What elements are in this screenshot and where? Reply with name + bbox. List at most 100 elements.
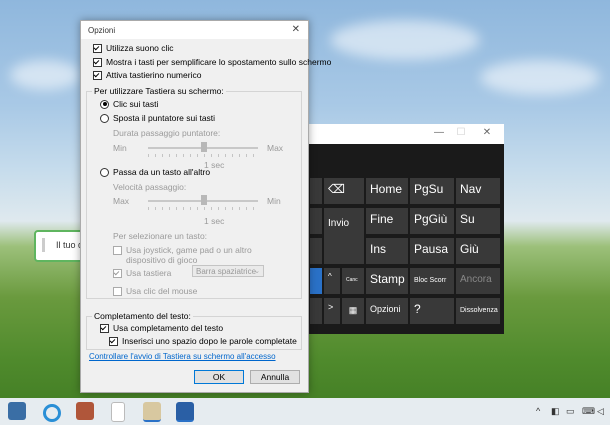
select-key-label: Per selezionare un tasto: (113, 231, 208, 241)
scan-value: 1 sec (204, 216, 225, 226)
file-icon[interactable] (111, 402, 125, 422)
hover-min-label: Min (113, 143, 127, 153)
checkbox-use-keyboard[interactable]: Usa tastiera (113, 268, 171, 278)
checkbox-numeric-keypad[interactable]: Attiva tastierino numerico (93, 70, 201, 80)
bloc-scorr-key[interactable]: Bloc Scorr (410, 268, 454, 294)
opzioni-key[interactable]: Opzioni (366, 298, 408, 324)
checkbox-space-after[interactable]: Inserisci uno spazio dopo le parole comp… (109, 336, 297, 346)
radio-hover-keys[interactable]: Sposta il puntatore sui tasti (100, 113, 215, 123)
volume-icon[interactable]: ◁ (597, 406, 604, 417)
stamp-key[interactable]: Stamp (366, 268, 408, 294)
box-icon[interactable] (76, 402, 94, 420)
cortana-icon[interactable] (43, 404, 61, 422)
checkbox-box[interactable] (113, 246, 122, 255)
checkbox-box[interactable] (100, 323, 109, 333)
close-icon[interactable]: ✕ (482, 128, 492, 138)
arrow-right-key[interactable]: > (324, 298, 340, 324)
completion-group-label: Completamento del testo: (92, 311, 193, 321)
checkbox-joystick[interactable]: Usa joystick, game pad o un altro dispos… (113, 245, 286, 265)
calculator-key-icon[interactable]: ▦ (342, 298, 364, 324)
slider-ticks (148, 154, 260, 157)
hover-max-label: Max (267, 143, 284, 153)
radio-button[interactable] (100, 167, 109, 177)
radio-label: Sposta il puntatore sui tasti (113, 113, 216, 123)
keyboard-icon[interactable]: ⌨ (582, 406, 595, 417)
checkbox-click-sound[interactable]: Utilizza suono clic (93, 43, 174, 53)
pgsu-key[interactable]: PgSu (410, 178, 454, 204)
close-icon[interactable]: ✕ (292, 24, 300, 35)
arrow-up-key[interactable]: ^ (324, 268, 340, 294)
nav-key[interactable]: Nav (456, 178, 500, 204)
tray-chevron-icon[interactable]: ^ (536, 406, 540, 416)
scan-max-label: Max (113, 196, 130, 206)
checkbox-label: Usa completamento del testo (113, 323, 224, 333)
toast-text: Il tuo d (56, 240, 84, 250)
checkbox-label: Mostra i tasti per semplificare lo spost… (106, 57, 332, 67)
battery-icon[interactable]: ▭ (566, 406, 575, 417)
key-partial[interactable] (310, 238, 322, 264)
radio-button[interactable] (100, 113, 109, 123)
hover-duration-label: Durata passaggio puntatore: (113, 128, 221, 138)
ancora-key[interactable]: Ancora (456, 268, 500, 294)
radio-label: Clic sui tasti (113, 99, 159, 109)
radio-label: Passa da un tasto all'altro (113, 167, 211, 177)
maximize-icon[interactable]: ☐ (456, 128, 466, 138)
checkbox-box[interactable] (109, 336, 118, 346)
wallpaper-cloud (480, 60, 600, 95)
help-key[interactable]: ? (410, 298, 454, 324)
calculator-icon[interactable] (8, 402, 26, 420)
fine-key[interactable]: Fine (366, 208, 408, 234)
on-screen-keyboard-window: — ☐ ✕ ⌫ Invio ^ Canc > ▦ Home PgSu Nav F… (306, 124, 504, 334)
minimize-icon[interactable]: — (434, 128, 444, 138)
network-icon[interactable]: ◧ (551, 406, 560, 417)
checkbox-box[interactable] (93, 70, 102, 80)
checkbox-label: Inserisci uno spazio dopo le parole comp… (122, 336, 297, 346)
pggiu-key[interactable]: PgGiù (410, 208, 454, 234)
su-key[interactable]: Su (456, 208, 500, 234)
checkbox-box[interactable] (113, 268, 122, 278)
home-key[interactable]: Home (366, 178, 408, 204)
canc-key[interactable]: Canc (342, 268, 364, 294)
key-partial[interactable] (310, 298, 322, 324)
slider-ticks (148, 207, 260, 210)
checkbox-label: Usa clic del mouse (126, 286, 198, 296)
checkbox-mouse-click[interactable]: Usa clic del mouse (113, 286, 197, 296)
taskbar: ^ ◧ ▭ ⌨ ◁ (0, 398, 610, 425)
osk-titlebar: — ☐ ✕ (306, 124, 504, 144)
key-partial[interactable] (310, 208, 322, 234)
folder-icon[interactable] (143, 402, 161, 422)
pausa-key[interactable]: Pausa (410, 238, 454, 264)
radio-click-keys[interactable]: Clic sui tasti (100, 99, 158, 109)
invio-key[interactable]: Invio (324, 208, 364, 264)
slider-thumb[interactable] (201, 142, 207, 152)
backspace-key[interactable]: ⌫ (324, 178, 364, 204)
checkbox-box[interactable] (93, 43, 102, 53)
checkbox-text-completion[interactable]: Usa completamento del testo (100, 323, 223, 333)
giu-key[interactable]: Giù (456, 238, 500, 264)
checkbox-label: Usa joystick, game pad o un altro dispos… (126, 245, 252, 265)
osk-icon[interactable] (176, 402, 194, 422)
scan-speed-label: Velocità passaggio: (113, 182, 187, 192)
wallpaper-cloud (330, 20, 480, 60)
cancel-button[interactable]: Annulla (250, 370, 300, 384)
key-partial[interactable] (310, 268, 322, 294)
checkbox-label: Usa tastiera (126, 268, 172, 278)
chevron-down-icon: ⌄ (254, 268, 260, 275)
checkbox-show-keys[interactable]: Mostra i tasti per semplificare lo spost… (93, 57, 331, 67)
startup-settings-link[interactable]: Controllare l'avvio di Tastiera su scher… (89, 352, 276, 361)
keyboard-key-select[interactable]: Barra spaziatrice ⌄ (192, 265, 264, 277)
checkbox-box[interactable] (93, 57, 102, 67)
radio-scan-keys[interactable]: Passa da un tasto all'altro (100, 167, 210, 177)
ok-button[interactable]: OK (194, 370, 244, 384)
radio-button[interactable] (100, 99, 109, 109)
scan-min-label: Min (267, 196, 281, 206)
usage-group-label: Per utilizzare Tastiera su schermo: (92, 86, 226, 96)
key-partial[interactable] (310, 178, 322, 204)
checkbox-box[interactable] (113, 286, 122, 296)
dissolvenza-key[interactable]: Dissolvenza (456, 298, 500, 324)
slider-thumb[interactable] (201, 195, 207, 205)
osk-keys-area: ⌫ Invio ^ Canc > ▦ Home PgSu Nav Fine Pg… (306, 144, 504, 334)
ins-key[interactable]: Ins (366, 238, 408, 264)
toast-accent (42, 238, 45, 252)
checkbox-label: Utilizza suono clic (106, 43, 174, 53)
